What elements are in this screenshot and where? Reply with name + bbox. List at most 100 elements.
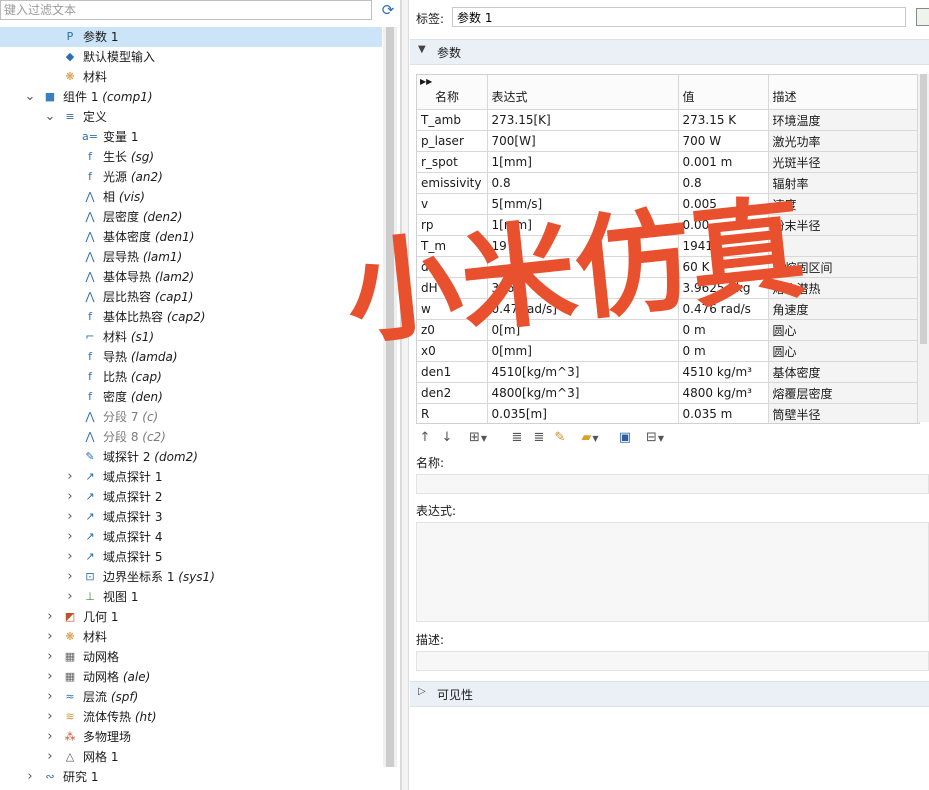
cell-name[interactable]: R [417, 403, 488, 423]
cell-name[interactable]: r_spot [417, 151, 488, 173]
expand-chevron-icon[interactable]: › [44, 647, 56, 667]
tree-item[interactable]: ✎ 域探针 2 (dom2) [0, 447, 382, 467]
tree-item[interactable]: › ↗ 域点探针 5 [0, 547, 382, 567]
expression-field[interactable] [416, 522, 929, 622]
table-row[interactable]: den2 4800[kg/m^3] 4800 kg/m³ 熔覆层密度 [417, 382, 918, 404]
cell-value[interactable]: 0 m [678, 340, 769, 362]
tree-item[interactable]: f 密度 (den) [0, 387, 382, 407]
cell-expression[interactable]: 0.035[m] [487, 403, 679, 423]
tree-scrollbar-thumb[interactable] [386, 27, 394, 767]
expand-chevron-icon[interactable]: › [64, 487, 76, 507]
cell-name[interactable]: emissivity [417, 172, 488, 194]
tree-item[interactable]: ❋ 材料 [0, 67, 382, 87]
cell-expression[interactable]: 4800[kg/m^3] [487, 382, 679, 404]
expand-chevron-icon[interactable]: › [64, 547, 76, 567]
cell-expression[interactable]: 0.8 [487, 172, 679, 194]
table-row[interactable]: z0 0[m] 0 m 圆心 [417, 319, 918, 341]
tree-item[interactable]: › △ 网格 1 [0, 747, 382, 767]
table-row[interactable]: emissivity 0.8 0.8 辐射率 [417, 172, 918, 194]
cell-expression[interactable]: 273.15[K] [487, 109, 679, 131]
cell-value[interactable]: 4510 kg/m³ [678, 361, 769, 383]
table-row[interactable]: R 0.035[m] 0.035 m 筒壁半径 [417, 403, 918, 423]
table-scrollbar[interactable] [918, 74, 929, 422]
expand-chevron-icon[interactable]: › [44, 707, 56, 727]
expand-columns-icon[interactable]: ▶▶ [420, 77, 432, 86]
table-row[interactable]: d 60 K 半熔固区间 [417, 256, 918, 278]
expand-chevron-icon[interactable]: › [24, 767, 36, 787]
cell-value[interactable]: 0.476 rad/s [678, 298, 769, 320]
cell-value[interactable]: 0 m [678, 319, 769, 341]
load-from-file-icon[interactable]: ▰▼ [574, 428, 606, 448]
tree-item[interactable]: ⋀ 相 (vis) [0, 187, 382, 207]
add-rows-icon[interactable]: ≣ [508, 428, 526, 448]
table-row[interactable]: rp 1[mm] 0.00 粉末半径 [417, 214, 918, 236]
tree-item[interactable]: › ⊡ 边界坐标系 1 (sys1) [0, 567, 382, 587]
table-row[interactable]: w 0.47 rad/s] 0.476 rad/s 角速度 [417, 298, 918, 320]
clear-table-icon[interactable]: ✎ [552, 428, 568, 448]
tree-item[interactable]: f 基体比热容 (cap2) [0, 307, 382, 327]
cell-value[interactable]: 0.8 [678, 172, 769, 194]
cell-name[interactable]: den2 [417, 382, 488, 404]
label-input[interactable] [452, 7, 906, 27]
save-to-file-icon[interactable]: ▣ [616, 428, 634, 448]
tree-item[interactable]: › ↗ 域点探针 1 [0, 467, 382, 487]
cell-name[interactable]: rp [417, 214, 488, 236]
expand-chevron-icon[interactable]: › [64, 507, 76, 527]
expand-chevron-icon[interactable]: › [44, 667, 56, 687]
cell-value[interactable]: 3.9625 J/kg [678, 277, 769, 299]
table-row[interactable]: dH 396 3.9625 J/kg 熔化潜热 [417, 277, 918, 299]
cell-name[interactable]: T_m [417, 235, 488, 257]
cell-expression[interactable]: 1[mm] [487, 214, 679, 236]
table-row[interactable]: v 5[mm/s] 0.005 速度 [417, 193, 918, 215]
cell-value[interactable]: 60 K [678, 256, 769, 278]
cell-name[interactable]: d [417, 256, 488, 278]
collapse-chevron-icon[interactable]: ⌄ [24, 87, 36, 107]
cell-name[interactable]: x0 [417, 340, 488, 362]
cell-expression[interactable]: 396 [487, 277, 679, 299]
tree-item[interactable]: f 导热 (lamda) [0, 347, 382, 367]
cell-name[interactable]: den1 [417, 361, 488, 383]
cell-value[interactable]: 0.00 [678, 214, 769, 236]
tree-item[interactable]: P 参数 1 [0, 27, 382, 47]
tree-scrollbar[interactable] [383, 27, 397, 767]
column-header-description[interactable]: 描述 [768, 75, 918, 110]
tree-item[interactable]: › ≋ 流体传热 (ht) [0, 707, 382, 727]
expand-chevron-icon[interactable]: › [44, 727, 56, 747]
cell-value[interactable]: 0.005 [678, 193, 769, 215]
expand-chevron-icon[interactable]: › [44, 627, 56, 647]
refresh-icon[interactable]: ⟳ [378, 1, 398, 19]
expand-chevron-icon[interactable]: › [44, 687, 56, 707]
cell-value[interactable]: 4800 kg/m³ [678, 382, 769, 404]
cell-value[interactable]: 0.001 m [678, 151, 769, 173]
cell-expression[interactable]: 5[mm/s] [487, 193, 679, 215]
table-row[interactable]: p_laser 700[W] 700 W 激光功率 [417, 130, 918, 152]
move-down-icon[interactable]: ↓ [440, 428, 454, 448]
tree-item[interactable]: f 光源 (an2) [0, 167, 382, 187]
tree-item[interactable]: › ↗ 域点探针 3 [0, 507, 382, 527]
tree-item[interactable]: › ◩ 几何 1 [0, 607, 382, 627]
tree-item[interactable]: › ↗ 域点探针 4 [0, 527, 382, 547]
collapse-chevron-icon[interactable]: ⌄ [44, 107, 56, 127]
tree-item[interactable]: ⋀ 分段 8 (c2) [0, 427, 382, 447]
cell-name[interactable]: p_laser [417, 130, 488, 152]
name-field[interactable] [416, 474, 929, 494]
cell-name[interactable]: v [417, 193, 488, 215]
panel-splitter[interactable] [401, 0, 409, 790]
cell-name[interactable]: w [417, 298, 488, 320]
tree-item[interactable]: ⋀ 层比热容 (cap1) [0, 287, 382, 307]
cell-expression[interactable]: 700[W] [487, 130, 679, 152]
expand-chevron-icon[interactable]: › [64, 467, 76, 487]
expand-chevron-icon[interactable]: › [64, 527, 76, 547]
tree-item[interactable]: ⌄ ■ 组件 1 (comp1) [0, 87, 382, 107]
expand-chevron-icon[interactable]: › [64, 567, 76, 587]
tree-item[interactable]: › ↗ 域点探针 2 [0, 487, 382, 507]
cell-value[interactable]: 1941 [678, 235, 769, 257]
cell-name[interactable]: z0 [417, 319, 488, 341]
insert-row-icon[interactable]: ⊞▼ [462, 428, 494, 448]
cell-name[interactable]: T_amb [417, 109, 488, 131]
delete-rows-icon[interactable]: ≣ [530, 428, 548, 448]
tree-item[interactable]: ◆ 默认模型输入 [0, 47, 382, 67]
tree-item[interactable]: a= 变量 1 [0, 127, 382, 147]
cell-expression[interactable]: 0[mm] [487, 340, 679, 362]
table-row[interactable]: den1 4510[kg/m^3] 4510 kg/m³ 基体密度 [417, 361, 918, 383]
